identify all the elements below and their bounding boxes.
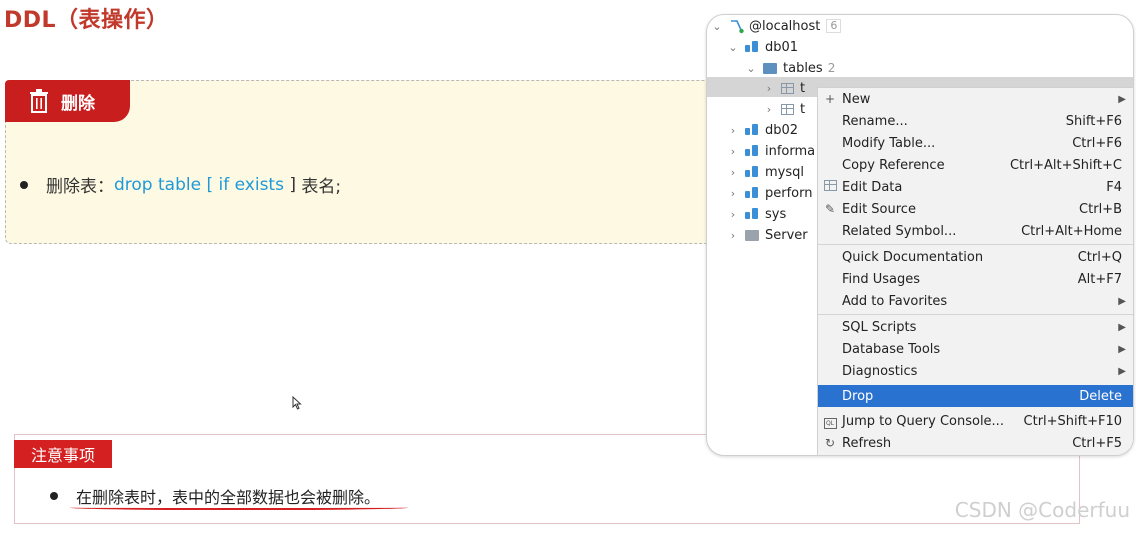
database-icon <box>745 187 759 199</box>
menu-item-database-tools[interactable]: Database Tools ▶ <box>818 338 1133 360</box>
tree-information-schema[interactable]: › informa <box>727 141 815 161</box>
db02-label: db02 <box>765 122 799 138</box>
menu-item-drop[interactable]: Drop Delete <box>818 385 1133 407</box>
table2-label: t <box>800 101 806 117</box>
syntax-prefix: 删除表： <box>46 177 114 197</box>
watermark-text: CSDN @Coderfuu <box>954 498 1130 522</box>
menu-item-modify-table[interactable]: Modify Table... Ctrl+F6 <box>818 132 1133 154</box>
chevron-right-icon[interactable]: › <box>763 82 775 95</box>
menu-item-new[interactable]: + New ▶ <box>818 88 1133 110</box>
chevron-right-icon[interactable]: › <box>727 187 739 200</box>
notes-tag: 注意事项 <box>14 440 112 468</box>
syntax-suffix: 表名; <box>296 177 342 197</box>
note-underline <box>70 504 408 510</box>
menu-item-quick-documentation[interactable]: Quick Documentation Ctrl+Q <box>818 246 1133 268</box>
syntax-bracket-close: ] <box>283 174 296 195</box>
chevron-right-icon[interactable]: › <box>727 145 739 158</box>
refresh-icon: ↻ <box>824 436 836 450</box>
submenu-arrow-icon: ▶ <box>1118 343 1126 355</box>
syntax-drop-table: drop table <box>114 174 202 195</box>
information-label: informa <box>765 143 816 159</box>
menu-item-jump-to-query-console[interactable]: QL Jump to Query Console... Ctrl+Shift+F… <box>818 410 1133 432</box>
menu-item-diagnostics[interactable]: Diagnostics ▶ <box>818 360 1133 382</box>
tables-count: 2 <box>827 61 836 75</box>
root-label: @localhost <box>749 18 821 34</box>
submenu-arrow-icon: ▶ <box>1118 321 1126 333</box>
folder-icon <box>763 62 777 74</box>
mysql-label: mysql <box>765 164 804 180</box>
tree-table-2[interactable]: › t <box>763 99 805 119</box>
submenu-arrow-icon: ▶ <box>1118 93 1126 105</box>
tree-table-1[interactable]: › t <box>763 78 805 98</box>
syntax-if-exists: if exists <box>213 174 284 195</box>
syntax-bullet: 删除表： drop table [ if exists ] 表名; <box>20 172 341 197</box>
delete-tag-label: 删除 <box>61 93 95 114</box>
menu-item-edit-data[interactable]: Edit Data F4 <box>818 176 1133 198</box>
menu-item-find-usages[interactable]: Find Usages Alt+F7 <box>818 268 1133 290</box>
menu-item-related-symbol[interactable]: Related Symbol... Ctrl+Alt+Home <box>818 220 1133 242</box>
database-explorer-panel: ⌄ @localhost 6 ⌄ db01 ⌄ tables 2 › t › t… <box>706 14 1134 456</box>
menu-item-copy-reference[interactable]: Copy Reference Ctrl+Alt+Shift+C <box>818 154 1133 176</box>
chevron-down-icon[interactable]: ⌄ <box>745 62 757 75</box>
tree-mysql[interactable]: › mysql <box>727 162 804 182</box>
chevron-right-icon[interactable]: › <box>727 124 739 137</box>
tree-performance-schema[interactable]: › perforn <box>727 183 813 203</box>
tree-db02[interactable]: › db02 <box>727 120 798 140</box>
database-icon <box>745 145 759 157</box>
sys-label: sys <box>765 206 787 222</box>
tree-db01[interactable]: ⌄ db01 <box>727 37 798 57</box>
tree-sys[interactable]: › sys <box>727 204 786 224</box>
chevron-right-icon[interactable]: › <box>727 208 739 221</box>
connection-icon <box>731 20 744 34</box>
slide-title: DDL（表操作） <box>4 8 169 33</box>
table-grid-icon <box>818 180 842 194</box>
database-icon <box>745 41 759 53</box>
submenu-arrow-icon: ▶ <box>1118 365 1126 377</box>
menu-item-add-to-favorites[interactable]: Add to Favorites ▶ <box>818 290 1133 312</box>
tree-tables[interactable]: ⌄ tables 2 <box>745 58 835 78</box>
pencil-icon: ✎ <box>824 202 836 216</box>
table-icon <box>781 103 794 115</box>
performance-label: perforn <box>765 185 813 201</box>
menu-item-sql-scripts[interactable]: SQL Scripts ▶ <box>818 316 1133 338</box>
menu-separator <box>818 314 1133 315</box>
chevron-right-icon[interactable]: › <box>727 229 739 242</box>
chevron-right-icon[interactable]: › <box>727 166 739 179</box>
folder-icon <box>745 229 759 241</box>
console-icon: QL <box>818 414 842 429</box>
menu-item-edit-source[interactable]: ✎ Edit Source Ctrl+B <box>818 198 1133 220</box>
database-icon <box>745 208 759 220</box>
chevron-down-icon[interactable]: ⌄ <box>711 20 723 33</box>
root-count: 6 <box>826 19 842 33</box>
submenu-arrow-icon: ▶ <box>1118 295 1126 307</box>
syntax-bracket-open: [ <box>201 174 214 195</box>
menu-item-rename[interactable]: Rename... Shift+F6 <box>818 110 1133 132</box>
mouse-cursor-icon <box>292 396 302 410</box>
server-label: Server <box>765 227 808 243</box>
database-icon <box>745 166 759 178</box>
table1-label: t <box>800 80 806 96</box>
tables-label: tables <box>783 60 823 76</box>
trash-icon <box>30 89 48 113</box>
db01-label: db01 <box>765 39 799 55</box>
bullet-dot <box>20 180 28 189</box>
bullet-dot <box>50 492 58 500</box>
table-icon <box>781 82 794 94</box>
plus-icon: + <box>824 92 836 106</box>
menu-separator <box>818 244 1133 245</box>
menu-item-refresh[interactable]: ↻ Refresh Ctrl+F5 <box>818 432 1133 454</box>
context-menu: + New ▶ Rename... Shift+F6 Modify Table.… <box>817 87 1133 455</box>
chevron-right-icon[interactable]: › <box>763 103 775 116</box>
chevron-down-icon[interactable]: ⌄ <box>727 41 739 54</box>
watermark: CSDN @Coderfuu <box>955 498 1130 522</box>
database-icon <box>745 124 759 136</box>
delete-section-tag: 删除 <box>5 80 130 122</box>
tree-root-localhost[interactable]: ⌄ @localhost 6 <box>711 16 842 36</box>
tree-server-objects[interactable]: › Server <box>727 225 808 245</box>
